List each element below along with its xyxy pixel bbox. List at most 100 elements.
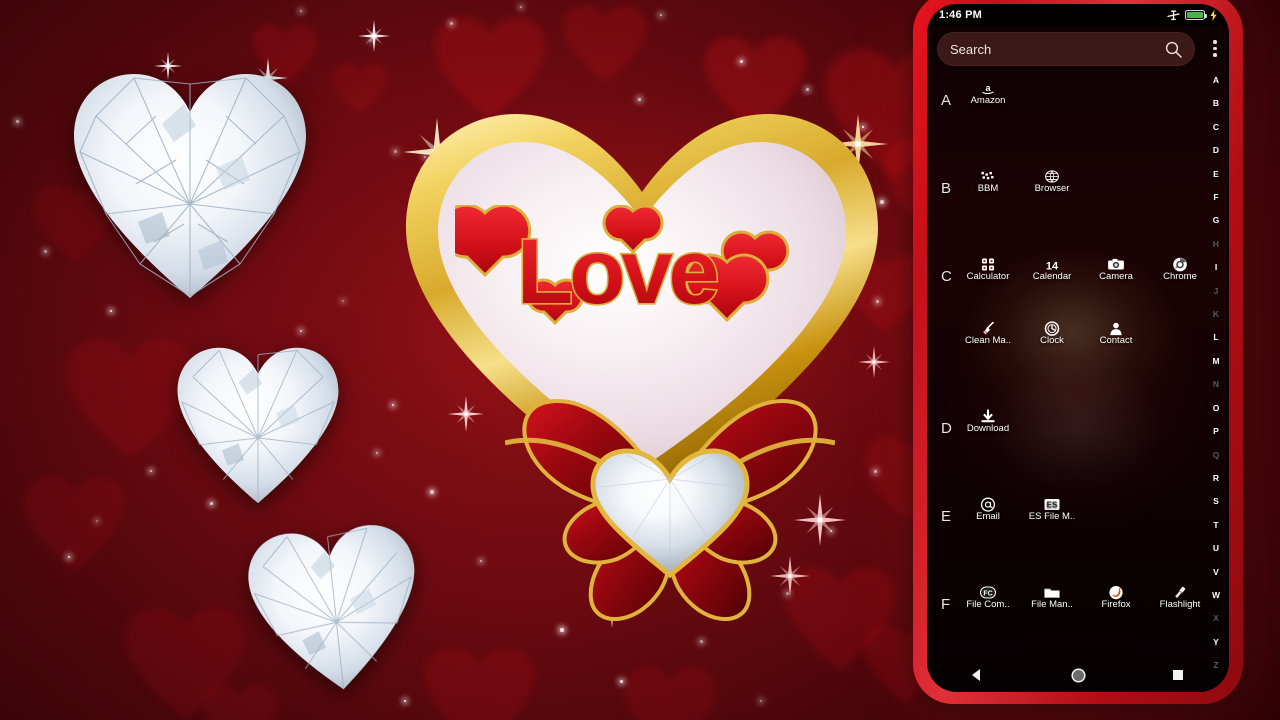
alpha-index-L[interactable]: L (1213, 333, 1218, 342)
alpha-index-G[interactable]: G (1213, 216, 1220, 225)
alpha-index-M[interactable]: M (1212, 357, 1219, 366)
app-glyph-icon (981, 321, 996, 336)
app-glyph-icon: 14 (1043, 258, 1061, 272)
app-label: Download (959, 423, 1017, 434)
alpha-index-I[interactable]: I (1215, 263, 1217, 272)
screenshot-stage: Love 1:46 PM Search A a Amazon B BBM Bro… (0, 0, 1280, 720)
app-glyph-icon (1045, 170, 1060, 183)
app-glyph-icon (1109, 322, 1123, 336)
app-label: Browser (1023, 183, 1081, 194)
app-item-download[interactable]: Download (959, 416, 1017, 434)
alpha-index-Y[interactable]: Y (1213, 638, 1219, 647)
app-item-camera[interactable]: Camera (1087, 264, 1145, 282)
app-item-filecom[interactable]: FC File Com.. (959, 592, 1017, 610)
alpha-index-W[interactable]: W (1212, 591, 1220, 600)
alpha-index-Q[interactable]: Q (1213, 451, 1220, 460)
alpha-index-C[interactable]: C (1213, 123, 1219, 132)
alpha-index-B[interactable]: B (1213, 99, 1219, 108)
search-icon[interactable] (1165, 41, 1182, 58)
alpha-index-O[interactable]: O (1213, 404, 1220, 413)
app-label: Contact (1087, 335, 1145, 346)
alpha-index-A[interactable]: A (1213, 76, 1219, 85)
circle-home-icon[interactable] (1071, 668, 1086, 683)
app-label: Clock (1023, 335, 1081, 346)
phone-screen: 1:46 PM Search A a Amazon B BBM Browser … (927, 4, 1229, 692)
app-label: File Com.. (959, 599, 1017, 610)
app-glyph-icon (1173, 257, 1188, 272)
alpha-index-F[interactable]: F (1213, 193, 1218, 202)
app-item-calculator[interactable]: Calculator (959, 264, 1017, 282)
diamond-heart-1 (66, 64, 314, 304)
alpha-index-P[interactable]: P (1213, 427, 1219, 436)
app-item-amazon[interactable]: a Amazon (959, 88, 1017, 106)
diamond-heart-2 (172, 340, 344, 508)
app-item-fileman[interactable]: File Man.. (1023, 592, 1081, 610)
app-glyph-icon (1108, 258, 1125, 270)
app-label: Chrome (1151, 271, 1209, 282)
app-label: ES File M.. (1023, 511, 1081, 522)
alpha-index-E[interactable]: E (1213, 170, 1219, 179)
charging-bolt-icon (1210, 10, 1217, 21)
app-item-bbm[interactable]: BBM (959, 176, 1017, 194)
app-label: File Man.. (1023, 599, 1081, 610)
bow-svg (505, 375, 835, 650)
triangle-back-icon[interactable] (970, 668, 984, 682)
home-button[interactable] (1071, 668, 1085, 682)
diamond-heart-1-svg (66, 64, 314, 304)
svg-text:Love: Love (517, 221, 718, 323)
alpha-index-U[interactable]: U (1213, 544, 1219, 553)
section-letter-B: B (941, 180, 951, 197)
alpha-index-S[interactable]: S (1213, 497, 1219, 506)
app-item-cleanma[interactable]: Clean Ma.. (959, 328, 1017, 346)
alpha-index-J[interactable]: J (1214, 287, 1219, 296)
app-label: Flashlight (1151, 599, 1209, 610)
app-item-firefox[interactable]: Firefox (1087, 592, 1145, 610)
phone-device: 1:46 PM Search A a Amazon B BBM Browser … (913, 0, 1243, 704)
app-label: Camera (1087, 271, 1145, 282)
app-item-clock[interactable]: Clock (1023, 328, 1081, 346)
app-glyph-icon (982, 410, 995, 424)
app-label: Firefox (1087, 599, 1145, 610)
airplane-mode-icon (1167, 10, 1180, 21)
diamond-heart-2-svg (172, 340, 344, 508)
square-recents-icon[interactable] (1172, 669, 1184, 681)
alpha-index-K[interactable]: K (1213, 310, 1219, 319)
section-letter-F: F (941, 596, 950, 613)
diamond-heart-3 (237, 513, 432, 703)
alpha-index-X[interactable]: X (1213, 614, 1219, 623)
app-glyph-icon: FC (980, 586, 996, 598)
alpha-index-T[interactable]: T (1213, 521, 1218, 530)
svg-text:ES: ES (1047, 500, 1058, 509)
app-label: Amazon (959, 95, 1017, 106)
alpha-index-V[interactable]: V (1213, 568, 1219, 577)
section-letter-D: D (941, 420, 952, 437)
app-glyph-icon (1173, 585, 1188, 600)
app-glyph-icon (981, 171, 996, 182)
app-glyph-icon (981, 258, 995, 272)
app-item-chrome[interactable]: Chrome (1151, 264, 1209, 282)
app-item-email[interactable]: Email (959, 504, 1017, 522)
app-item-contact[interactable]: Contact (1087, 328, 1145, 346)
ribbon-bow (505, 375, 835, 650)
alpha-index-H[interactable]: H (1213, 240, 1219, 249)
app-drawer-list[interactable]: A a Amazon B BBM Browser C Calculator 14… (927, 74, 1203, 692)
app-item-browser[interactable]: Browser (1023, 176, 1081, 194)
status-bar-clock: 1:46 PM (939, 9, 982, 21)
search-placeholder: Search (950, 42, 1165, 57)
overflow-menu-icon[interactable] (1213, 40, 1217, 57)
alpha-index-N[interactable]: N (1213, 380, 1219, 389)
alpha-index-D[interactable]: D (1213, 146, 1219, 155)
alpha-index-R[interactable]: R (1213, 474, 1219, 483)
navigation-bar (927, 658, 1229, 692)
search-input[interactable]: Search (937, 32, 1195, 66)
app-glyph-icon (981, 497, 996, 512)
status-bar-icons (1167, 10, 1217, 21)
app-item-esfilem[interactable]: ES ES File M.. (1023, 504, 1081, 522)
app-item-flashlight[interactable]: Flashlight (1151, 592, 1209, 610)
app-item-calendar[interactable]: 14 Calendar (1023, 264, 1081, 282)
alphabet-scrubber[interactable]: ABCDEFGHIJKLMNOPQRSTUVWXYZ (1205, 76, 1227, 670)
back-button[interactable] (970, 668, 984, 682)
battery-icon (1185, 10, 1205, 20)
app-label: BBM (959, 183, 1017, 194)
recents-button[interactable] (1172, 668, 1186, 682)
